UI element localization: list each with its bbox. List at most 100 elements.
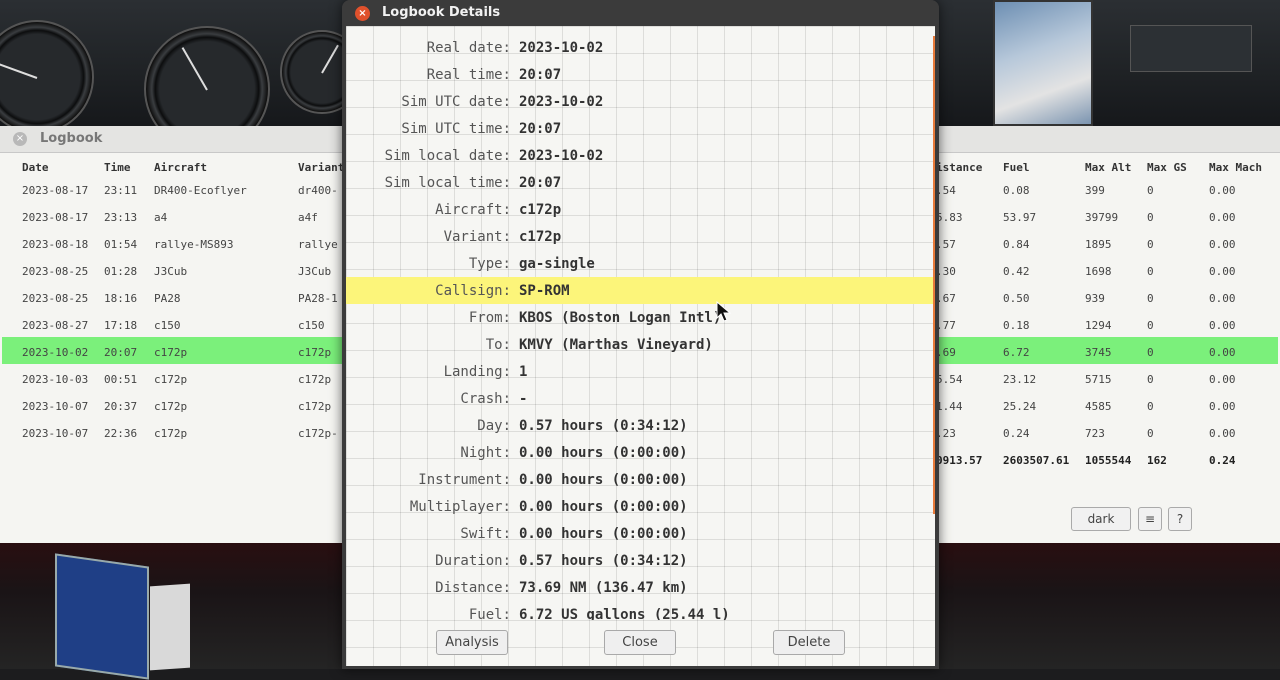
- table-cell: 1698: [1085, 265, 1112, 278]
- table-cell: 6.72: [1003, 346, 1030, 359]
- detail-field-row[interactable]: Sim UTC time: 20:07: [346, 115, 935, 142]
- detail-field-row[interactable]: Type: ga-single: [346, 250, 935, 277]
- table-cell: c172p: [298, 400, 332, 413]
- detail-field-row[interactable]: Instrument: 0.00 hours (0:00:00): [346, 466, 935, 493]
- detail-field-label: Landing:: [443, 364, 511, 380]
- detail-field-row[interactable]: Landing: 1: [346, 358, 935, 385]
- table-cell: c172p: [298, 346, 332, 359]
- table-cell: 0.00: [1209, 427, 1236, 440]
- detail-field-row[interactable]: Real time: 20:07: [346, 61, 935, 88]
- table-cell: 0.00: [1209, 292, 1236, 305]
- detail-field-row[interactable]: Fuel: 6.72 US gallons (25.44 l): [346, 601, 935, 620]
- table-cell: rallye: [298, 238, 338, 251]
- detail-field-label: Distance:: [435, 580, 511, 596]
- table-cell: 17:18: [104, 319, 138, 332]
- detail-field-row[interactable]: Duration: 0.57 hours (0:34:12): [346, 547, 935, 574]
- details-body: Real date: 2023-10-02 Real time: 20:07 Sim U…: [346, 26, 935, 666]
- close-button[interactable]: Close: [604, 630, 676, 655]
- detail-field-label: Crash:: [460, 391, 511, 407]
- column-header: Date: [22, 161, 49, 174]
- table-cell: 25.24: [1003, 400, 1037, 413]
- detail-field-label: Day:: [477, 418, 511, 434]
- table-cell: 23:11: [104, 184, 138, 197]
- table-cell: 939: [1085, 292, 1105, 305]
- details-close-icon[interactable]: ×: [355, 6, 370, 21]
- table-cell: 0: [1147, 238, 1154, 251]
- table-cell: 0: [1147, 373, 1154, 386]
- table-cell: 1895: [1085, 238, 1112, 251]
- detail-field-value: 0.00 hours (0:00:00): [519, 472, 688, 488]
- details-title: Logbook Details: [382, 5, 501, 20]
- detail-field-label: Variant:: [443, 229, 511, 245]
- table-cell: 2023-10-03: [22, 373, 89, 386]
- table-cell: 01:54: [104, 238, 138, 251]
- table-cell: 0.08: [1003, 184, 1030, 197]
- details-titlebar[interactable]: × Logbook Details: [342, 0, 939, 26]
- detail-field-label: Fuel:: [468, 607, 511, 620]
- table-cell: c172p: [154, 346, 188, 359]
- column-header: Aircraft: [154, 161, 207, 174]
- detail-field-row[interactable]: Night: 0.00 hours (0:00:00): [346, 439, 935, 466]
- detail-field-row[interactable]: From: KBOS (Boston Logan Intl): [346, 304, 935, 331]
- table-cell: 1.44: [936, 400, 963, 413]
- logbook-close-icon[interactable]: ×: [13, 132, 27, 146]
- detail-field-value: SP-ROM: [519, 283, 570, 299]
- detail-field-value: 20:07: [519, 67, 562, 83]
- table-cell: 0.00: [1209, 238, 1236, 251]
- detail-field-value: 0.57 hours (0:34:12): [519, 553, 688, 569]
- menu-button[interactable]: ≡: [1138, 507, 1162, 531]
- detail-field-label: Swift:: [460, 526, 511, 542]
- table-cell: 5.83: [936, 211, 963, 224]
- detail-field-row[interactable]: Sim local time: 20:07: [346, 169, 935, 196]
- table-cell: 2023-08-25: [22, 292, 89, 305]
- cockpit-poster: [993, 0, 1093, 126]
- dark-theme-button[interactable]: dark: [1071, 507, 1131, 531]
- detail-field-row[interactable]: Sim local date: 2023-10-02: [346, 142, 935, 169]
- help-button[interactable]: ?: [1168, 507, 1192, 531]
- detail-field-value: 0.57 hours (0:34:12): [519, 418, 688, 434]
- detail-field-value: 0.00 hours (0:00:00): [519, 445, 688, 461]
- table-cell: 0.42: [1003, 265, 1030, 278]
- table-cell: 0.18: [1003, 319, 1030, 332]
- analysis-button[interactable]: Analysis: [436, 630, 508, 655]
- table-cell: 3745: [1085, 346, 1112, 359]
- detail-field-label: Real time:: [426, 67, 511, 83]
- details-scrollbar[interactable]: [933, 36, 935, 514]
- detail-field-row[interactable]: Aircraft: c172p: [346, 196, 935, 223]
- detail-field-value: KMVY (Marthas Vineyard): [519, 337, 713, 353]
- panel-placard: [1130, 25, 1252, 72]
- detail-field-value: c172p: [519, 202, 562, 218]
- detail-field-value: 0.00 hours (0:00:00): [519, 499, 688, 515]
- table-cell: 0.00: [1209, 319, 1236, 332]
- detail-field-row[interactable]: Real date: 2023-10-02: [346, 34, 935, 61]
- detail-field-label: Sim UTC time:: [401, 121, 511, 137]
- table-cell: 23:13: [104, 211, 138, 224]
- detail-field-row[interactable]: Multiplayer: 0.00 hours (0:00:00): [346, 493, 935, 520]
- totals-cell: 2603507.61: [1003, 454, 1070, 467]
- table-cell: 2023-10-07: [22, 400, 89, 413]
- logbook-table-right: istance Fuel Max Alt Max GS Max Mach .54 0.08 3…: [936, 153, 1278, 541]
- detail-field-row[interactable]: Crash: -: [346, 385, 935, 412]
- table-cell: 0: [1147, 184, 1154, 197]
- table-cell: 2023-08-17: [22, 211, 89, 224]
- detail-field-row[interactable]: Callsign: SP-ROM: [346, 277, 935, 304]
- detail-field-row[interactable]: Swift: 0.00 hours (0:00:00): [346, 520, 935, 547]
- detail-field-row[interactable]: Variant: c172p: [346, 223, 935, 250]
- table-cell: 399: [1085, 184, 1105, 197]
- detail-field-row[interactable]: Distance: 73.69 NM (136.47 km): [346, 574, 935, 601]
- detail-field-label: Sim local date:: [384, 148, 511, 164]
- checklist-card: [150, 583, 190, 671]
- detail-field-value: 1: [519, 364, 528, 380]
- detail-field-row[interactable]: Sim UTC date: 2023-10-02: [346, 88, 935, 115]
- detail-field-value: 6.72 US gallons (25.44 l): [519, 607, 730, 620]
- detail-field-label: Sim local time:: [384, 175, 511, 191]
- table-cell: 2023-08-27: [22, 319, 89, 332]
- table-cell: DR400-Ecoflyer: [154, 184, 247, 197]
- table-cell: 0: [1147, 400, 1154, 413]
- details-field-list[interactable]: Real date: 2023-10-02 Real time: 20:07 Sim U…: [346, 26, 935, 620]
- delete-button[interactable]: Delete: [773, 630, 845, 655]
- detail-field-row[interactable]: To: KMVY (Marthas Vineyard): [346, 331, 935, 358]
- detail-field-row[interactable]: Day: 0.57 hours (0:34:12): [346, 412, 935, 439]
- table-cell: 0.00: [1209, 400, 1236, 413]
- details-footer: Analysis Close Delete: [346, 620, 935, 666]
